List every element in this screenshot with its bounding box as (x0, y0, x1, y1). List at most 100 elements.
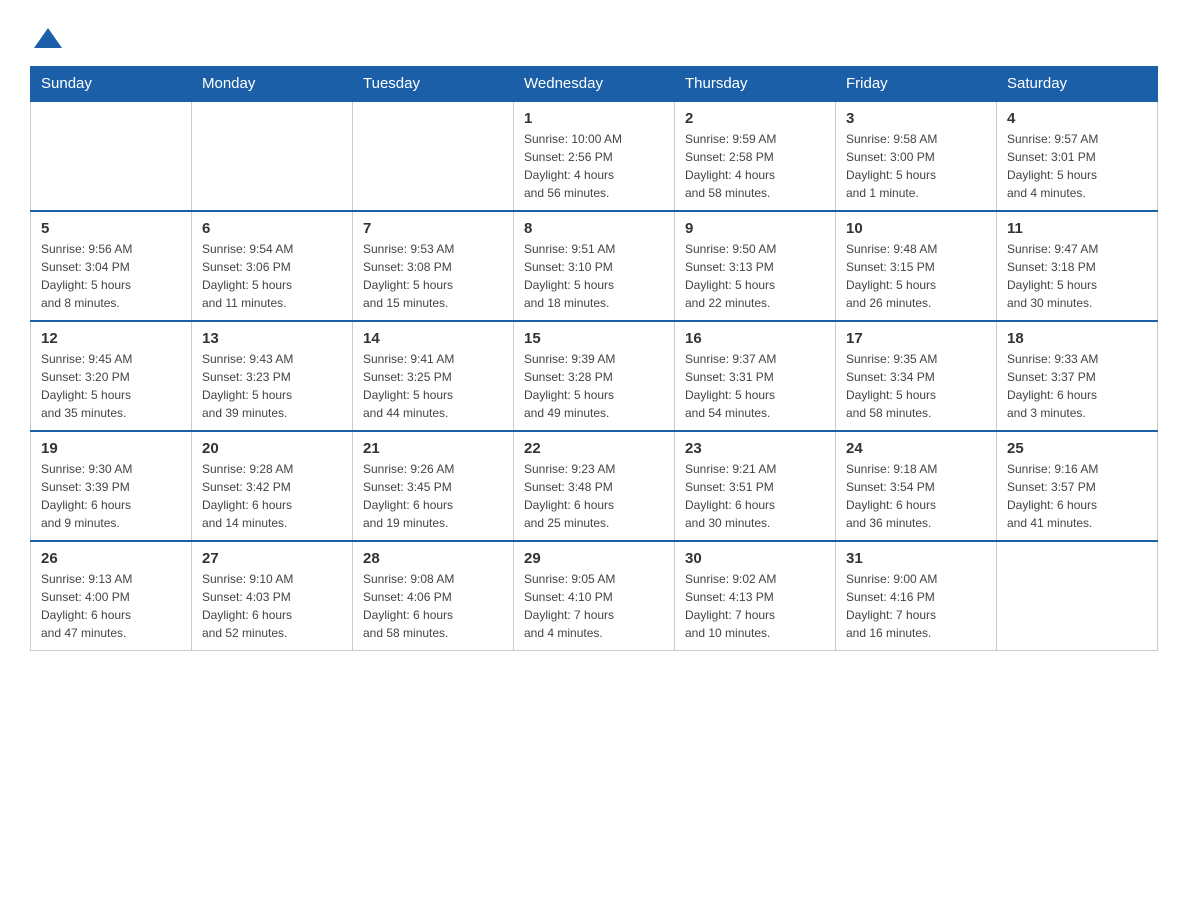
calendar-cell: 13 Sunrise: 9:43 AM Sunset: 3:23 PM Dayli… (192, 321, 353, 431)
day-number: 17 (846, 330, 986, 347)
day-info: Sunrise: 9:18 AM Sunset: 3:54 PM Dayligh… (846, 460, 986, 532)
day-number: 19 (41, 440, 181, 457)
day-number: 7 (363, 220, 503, 237)
day-number: 22 (524, 440, 664, 457)
calendar-week-row: 5 Sunrise: 9:56 AM Sunset: 3:04 PM Daylig… (31, 211, 1158, 321)
day-number: 13 (202, 330, 342, 347)
day-info: Sunrise: 9:33 AM Sunset: 3:37 PM Dayligh… (1007, 350, 1147, 422)
day-number: 27 (202, 550, 342, 567)
day-number: 3 (846, 110, 986, 127)
day-info: Sunrise: 9:56 AM Sunset: 3:04 PM Dayligh… (41, 240, 181, 312)
logo (30, 20, 66, 56)
day-number: 1 (524, 110, 664, 127)
calendar-cell: 22 Sunrise: 9:23 AM Sunset: 3:48 PM Dayli… (514, 431, 675, 541)
calendar-cell: 29 Sunrise: 9:05 AM Sunset: 4:10 PM Dayli… (514, 541, 675, 651)
calendar-cell: 18 Sunrise: 9:33 AM Sunset: 3:37 PM Dayli… (997, 321, 1158, 431)
day-number: 15 (524, 330, 664, 347)
calendar-cell: 12 Sunrise: 9:45 AM Sunset: 3:20 PM Dayli… (31, 321, 192, 431)
day-info: Sunrise: 9:08 AM Sunset: 4:06 PM Dayligh… (363, 570, 503, 642)
calendar-cell: 23 Sunrise: 9:21 AM Sunset: 3:51 PM Dayli… (675, 431, 836, 541)
calendar-cell: 7 Sunrise: 9:53 AM Sunset: 3:08 PM Daylig… (353, 211, 514, 321)
day-number: 18 (1007, 330, 1147, 347)
day-info: Sunrise: 9:47 AM Sunset: 3:18 PM Dayligh… (1007, 240, 1147, 312)
calendar-week-row: 1 Sunrise: 10:00 AM Sunset: 2:56 PM Dayli… (31, 101, 1158, 211)
calendar-table: SundayMondayTuesdayWednesdayThursdayFrid… (30, 66, 1158, 651)
day-info: Sunrise: 9:59 AM Sunset: 2:58 PM Dayligh… (685, 130, 825, 202)
day-number: 10 (846, 220, 986, 237)
day-info: Sunrise: 9:43 AM Sunset: 3:23 PM Dayligh… (202, 350, 342, 422)
day-number: 9 (685, 220, 825, 237)
day-number: 24 (846, 440, 986, 457)
day-number: 5 (41, 220, 181, 237)
day-info: Sunrise: 9:57 AM Sunset: 3:01 PM Dayligh… (1007, 130, 1147, 202)
day-info: Sunrise: 9:37 AM Sunset: 3:31 PM Dayligh… (685, 350, 825, 422)
calendar-cell: 5 Sunrise: 9:56 AM Sunset: 3:04 PM Daylig… (31, 211, 192, 321)
calendar-week-row: 12 Sunrise: 9:45 AM Sunset: 3:20 PM Dayli… (31, 321, 1158, 431)
day-info: Sunrise: 9:45 AM Sunset: 3:20 PM Dayligh… (41, 350, 181, 422)
day-info: Sunrise: 9:53 AM Sunset: 3:08 PM Dayligh… (363, 240, 503, 312)
calendar-cell (353, 101, 514, 211)
calendar-cell (31, 101, 192, 211)
day-number: 25 (1007, 440, 1147, 457)
day-number: 12 (41, 330, 181, 347)
weekday-header-tuesday: Tuesday (353, 67, 514, 102)
calendar-week-row: 26 Sunrise: 9:13 AM Sunset: 4:00 PM Dayli… (31, 541, 1158, 651)
calendar-cell (192, 101, 353, 211)
day-info: Sunrise: 9:58 AM Sunset: 3:00 PM Dayligh… (846, 130, 986, 202)
day-info: Sunrise: 9:13 AM Sunset: 4:00 PM Dayligh… (41, 570, 181, 642)
calendar-cell (997, 541, 1158, 651)
calendar-cell: 3 Sunrise: 9:58 AM Sunset: 3:00 PM Daylig… (836, 101, 997, 211)
calendar-cell: 17 Sunrise: 9:35 AM Sunset: 3:34 PM Dayli… (836, 321, 997, 431)
day-number: 20 (202, 440, 342, 457)
calendar-cell: 6Sunrise: 9:54 AM Sunset: 3:06 PM Daylig… (192, 211, 353, 321)
day-number: 8 (524, 220, 664, 237)
day-info: Sunrise: 9:35 AM Sunset: 3:34 PM Dayligh… (846, 350, 986, 422)
day-number: 16 (685, 330, 825, 347)
calendar-header-row: SundayMondayTuesdayWednesdayThursdayFrid… (31, 67, 1158, 102)
day-number: 11 (1007, 220, 1147, 237)
weekday-header-wednesday: Wednesday (514, 67, 675, 102)
day-info: Sunrise: 9:39 AM Sunset: 3:28 PM Dayligh… (524, 350, 664, 422)
day-number: 26 (41, 550, 181, 567)
calendar-cell: 14Sunrise: 9:41 AM Sunset: 3:25 PM Dayli… (353, 321, 514, 431)
calendar-cell: 8 Sunrise: 9:51 AM Sunset: 3:10 PM Daylig… (514, 211, 675, 321)
weekday-header-sunday: Sunday (31, 67, 192, 102)
calendar-cell: 28Sunrise: 9:08 AM Sunset: 4:06 PM Dayli… (353, 541, 514, 651)
day-info: Sunrise: 9:26 AM Sunset: 3:45 PM Dayligh… (363, 460, 503, 532)
day-number: 21 (363, 440, 503, 457)
calendar-cell: 30Sunrise: 9:02 AM Sunset: 4:13 PM Dayli… (675, 541, 836, 651)
day-number: 29 (524, 550, 664, 567)
day-info: Sunrise: 9:28 AM Sunset: 3:42 PM Dayligh… (202, 460, 342, 532)
calendar-cell: 21 Sunrise: 9:26 AM Sunset: 3:45 PM Dayli… (353, 431, 514, 541)
calendar-cell: 10Sunrise: 9:48 AM Sunset: 3:15 PM Dayli… (836, 211, 997, 321)
calendar-week-row: 19 Sunrise: 9:30 AM Sunset: 3:39 PM Dayli… (31, 431, 1158, 541)
day-number: 4 (1007, 110, 1147, 127)
calendar-cell: 20 Sunrise: 9:28 AM Sunset: 3:42 PM Dayli… (192, 431, 353, 541)
page-header (30, 20, 1158, 56)
calendar-cell: 15 Sunrise: 9:39 AM Sunset: 3:28 PM Dayli… (514, 321, 675, 431)
day-number: 23 (685, 440, 825, 457)
day-number: 31 (846, 550, 986, 567)
day-info: Sunrise: 10:00 AM Sunset: 2:56 PM Daylig… (524, 130, 664, 202)
weekday-header-thursday: Thursday (675, 67, 836, 102)
calendar-cell: 1 Sunrise: 10:00 AM Sunset: 2:56 PM Dayli… (514, 101, 675, 211)
weekday-header-friday: Friday (836, 67, 997, 102)
day-info: Sunrise: 9:51 AM Sunset: 3:10 PM Dayligh… (524, 240, 664, 312)
day-number: 14 (363, 330, 503, 347)
day-info: Sunrise: 9:05 AM Sunset: 4:10 PM Dayligh… (524, 570, 664, 642)
calendar-cell: 27 Sunrise: 9:10 AM Sunset: 4:03 PM Dayli… (192, 541, 353, 651)
calendar-cell: 19 Sunrise: 9:30 AM Sunset: 3:39 PM Dayli… (31, 431, 192, 541)
logo-icon (30, 20, 66, 56)
day-number: 2 (685, 110, 825, 127)
day-info: Sunrise: 9:23 AM Sunset: 3:48 PM Dayligh… (524, 460, 664, 532)
day-info: Sunrise: 9:30 AM Sunset: 3:39 PM Dayligh… (41, 460, 181, 532)
calendar-cell: 16 Sunrise: 9:37 AM Sunset: 3:31 PM Dayli… (675, 321, 836, 431)
day-info: Sunrise: 9:54 AM Sunset: 3:06 PM Dayligh… (202, 240, 342, 312)
calendar-cell: 31Sunrise: 9:00 AM Sunset: 4:16 PM Dayli… (836, 541, 997, 651)
day-info: Sunrise: 9:21 AM Sunset: 3:51 PM Dayligh… (685, 460, 825, 532)
calendar-cell: 4 Sunrise: 9:57 AM Sunset: 3:01 PM Daylig… (997, 101, 1158, 211)
calendar-cell: 25Sunrise: 9:16 AM Sunset: 3:57 PM Dayli… (997, 431, 1158, 541)
calendar-cell: 26 Sunrise: 9:13 AM Sunset: 4:00 PM Dayli… (31, 541, 192, 651)
day-info: Sunrise: 9:10 AM Sunset: 4:03 PM Dayligh… (202, 570, 342, 642)
day-info: Sunrise: 9:50 AM Sunset: 3:13 PM Dayligh… (685, 240, 825, 312)
